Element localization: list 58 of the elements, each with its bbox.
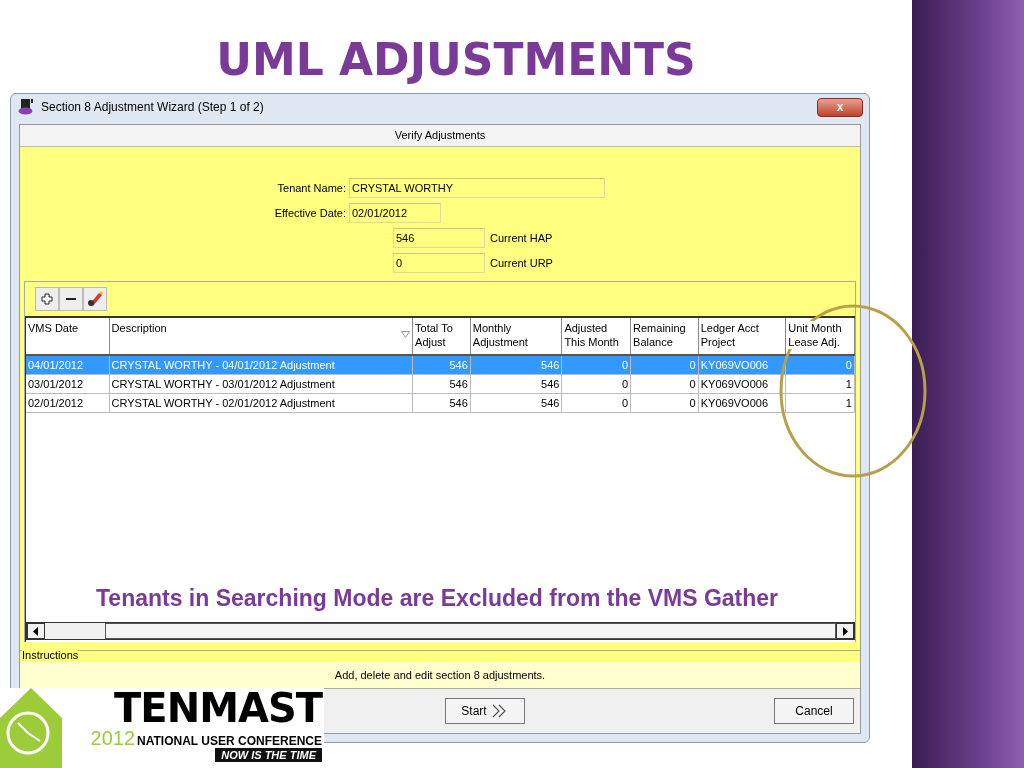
table-cell: KY069VO006	[698, 375, 787, 394]
logo-subtitle: NATIONAL USER CONFERENCE	[137, 734, 322, 748]
table-cell: 1	[786, 394, 855, 413]
cancel-button[interactable]: Cancel	[774, 698, 854, 724]
step-header: Verify Adjustments	[20, 125, 860, 147]
table-cell: CRYSTAL WORTHY - 02/01/2012 Adjustment	[109, 394, 414, 413]
add-button[interactable]	[35, 287, 59, 311]
table-cell: 02/01/2012	[26, 394, 110, 413]
hat-icon	[17, 98, 35, 116]
effective-date-field[interactable]: 02/01/2012	[349, 203, 441, 223]
current-urp-field[interactable]: 0	[393, 253, 485, 273]
column-header[interactable]: VMS Date	[26, 318, 110, 354]
pencil-icon	[87, 291, 103, 307]
table-cell: 04/01/2012	[26, 356, 110, 375]
table-cell: KY069VO006	[698, 356, 787, 375]
start-button[interactable]: Start	[445, 698, 525, 724]
group-label: Instructions	[22, 649, 79, 661]
table-cell: 0	[562, 356, 632, 375]
table-cell: 546	[470, 375, 563, 394]
column-header[interactable]: Description	[109, 318, 414, 354]
right-arrow-icon	[842, 626, 848, 636]
table-cell: 546	[470, 394, 563, 413]
table-cell: 0	[631, 394, 699, 413]
field-label: Current HAP	[490, 232, 553, 244]
logo-year: 2012	[90, 728, 136, 748]
table-cell: 0	[631, 375, 699, 394]
field-label: Effective Date:	[273, 207, 346, 219]
table-cell: 546	[413, 394, 471, 413]
edit-button[interactable]	[83, 287, 107, 311]
table-cell: 1	[786, 375, 855, 394]
plus-icon	[41, 293, 53, 305]
left-arrow-icon	[33, 626, 39, 636]
current-hap-field[interactable]: 546	[393, 228, 485, 248]
slide-caption: Tenants in Searching Mode are Excluded from the VMS Gather	[96, 585, 779, 612]
table-row[interactable]: 03/01/2012 CRYSTAL WORTHY - 03/01/2012 Adjustment 546 546 0 0 KY069VO006 1	[26, 375, 855, 394]
table-cell: 0	[562, 394, 632, 413]
table-cell: 0	[631, 356, 699, 375]
table-cell: KY069VO006	[698, 394, 787, 413]
window-title: Section 8 Adjustment Wizard (Step 1 of 2)	[41, 100, 264, 114]
table-cell: 0	[786, 356, 855, 375]
field-label: Tenant Name:	[276, 182, 346, 194]
table-cell: 546	[470, 356, 563, 375]
table-cell: CRYSTAL WORTHY - 04/01/2012 Adjustment	[109, 356, 414, 375]
logo-tagline: NOW IS THE TIME	[215, 748, 322, 762]
table-row[interactable]: 02/01/2012 CRYSTAL WORTHY - 02/01/2012 Adjustment 546 546 0 0 KY069VO006 1	[26, 394, 855, 413]
remove-button[interactable]	[59, 287, 83, 311]
table-cell: 0	[562, 375, 632, 394]
tenant-name-field[interactable]: CRYSTAL WORTHY	[349, 178, 605, 198]
slide-title: UML ADJUSTMENTS	[215, 33, 697, 87]
field-label: Current URP	[490, 257, 553, 269]
table-cell: 546	[413, 375, 471, 394]
table-cell: 546	[413, 356, 471, 375]
instructions-text: Add, delete and edit section 8 adjustments.	[20, 662, 860, 688]
table-cell: 03/01/2012	[26, 375, 110, 394]
scroll-thumb[interactable]	[45, 623, 105, 639]
table-cell: CRYSTAL WORTHY - 03/01/2012 Adjustment	[109, 375, 414, 394]
logo-name: TENMAST	[114, 688, 322, 728]
horizontal-scrollbar[interactable]	[26, 622, 855, 640]
